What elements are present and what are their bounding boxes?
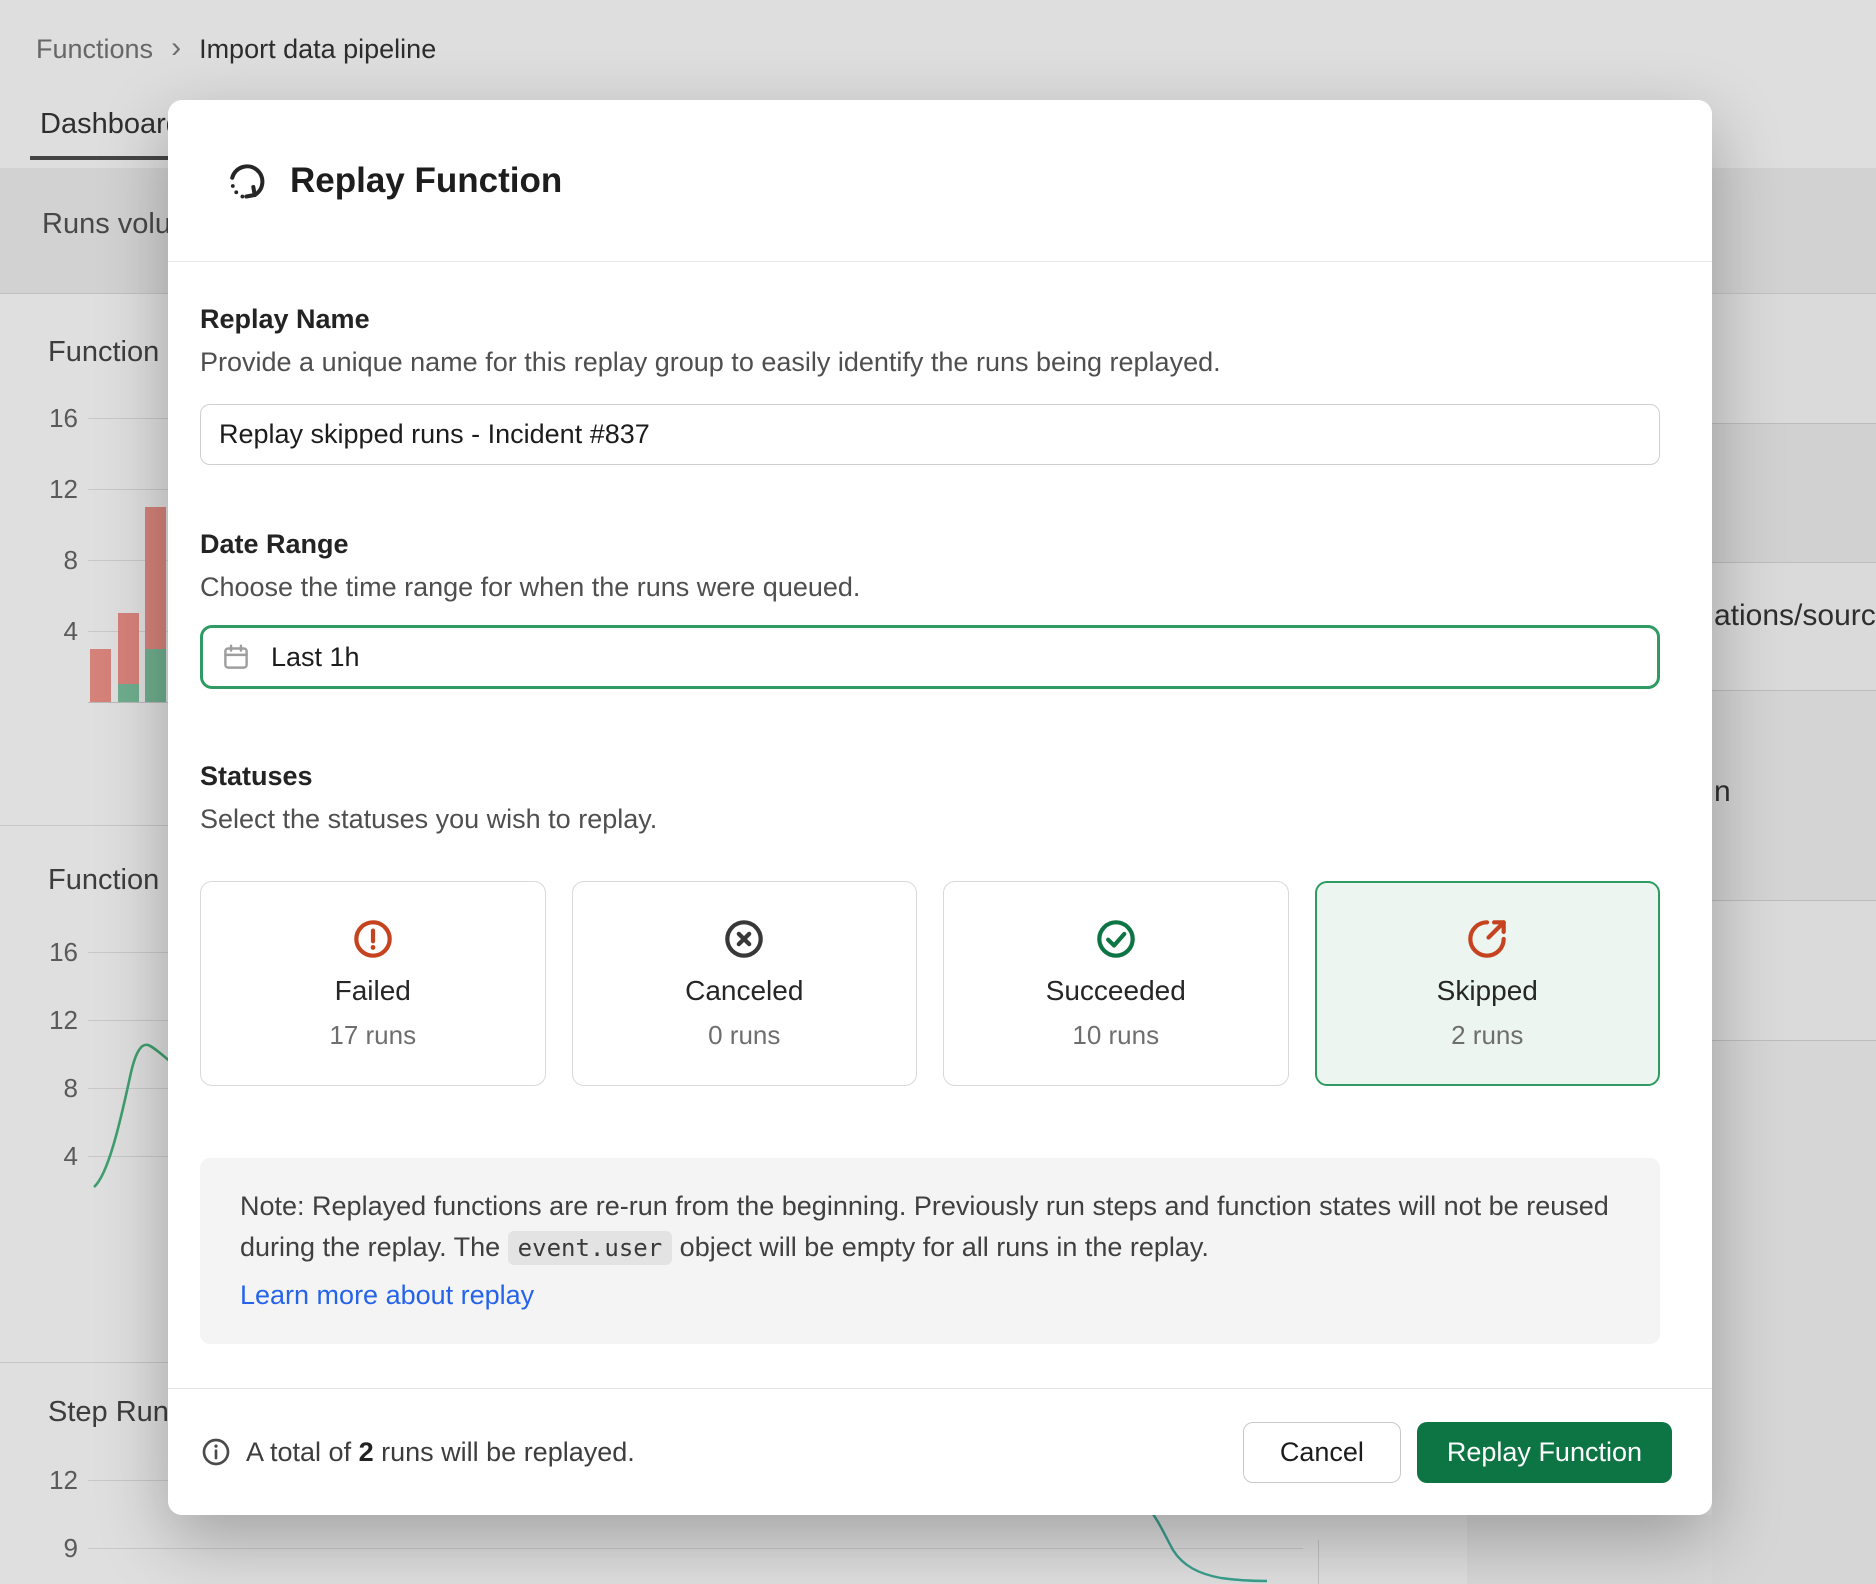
statuses-heading: Statuses bbox=[200, 761, 1660, 792]
chart-element bbox=[118, 684, 139, 702]
status-cards: Failed 17 runs Canceled 0 runs bbox=[200, 881, 1660, 1086]
chart-element: 4 bbox=[24, 616, 78, 647]
replay-arrow-icon bbox=[1464, 916, 1510, 962]
date-range-heading: Date Range bbox=[200, 529, 1660, 560]
alert-circle-icon bbox=[350, 916, 396, 962]
modal-title: Replay Function bbox=[290, 161, 562, 201]
chart-element: 8 bbox=[24, 1073, 78, 1104]
date-range-value: Last 1h bbox=[271, 642, 360, 673]
chart-element bbox=[90, 649, 111, 702]
table-row: n bbox=[1712, 690, 1876, 900]
status-card-runs: 2 runs bbox=[1451, 1020, 1523, 1051]
replay-note: Note: Replayed functions are re-run from… bbox=[200, 1158, 1660, 1344]
step-chart-gridline-9 bbox=[88, 1548, 1303, 1549]
chart-element: 9 bbox=[24, 1533, 78, 1564]
bottom-panel-shade bbox=[1467, 1515, 1712, 1584]
status-card-failed[interactable]: Failed 17 runs bbox=[200, 881, 546, 1086]
table-row bbox=[1712, 294, 1876, 423]
summary-suffix: runs will be replayed. bbox=[381, 1437, 635, 1467]
replay-name-heading: Replay Name bbox=[200, 304, 1660, 335]
chart-element bbox=[145, 649, 166, 702]
chart-element bbox=[118, 613, 139, 684]
chart-element bbox=[145, 507, 166, 649]
chart-element: 16 bbox=[24, 937, 78, 968]
cancel-button[interactable]: Cancel bbox=[1243, 1422, 1401, 1483]
modal-header: Replay Function bbox=[168, 100, 1712, 262]
status-card-runs: 10 runs bbox=[1072, 1020, 1159, 1051]
chart-element: 4 bbox=[24, 1141, 78, 1172]
status-card-label: Succeeded bbox=[1046, 975, 1186, 1007]
modal-footer: A total of 2 runs will be replayed. Canc… bbox=[168, 1388, 1712, 1515]
inline-code-event-user: event.user bbox=[508, 1231, 673, 1265]
replay-icon bbox=[224, 158, 270, 204]
background-table-strip: ations/sourc n bbox=[1712, 294, 1876, 1584]
calendar-icon bbox=[219, 640, 253, 674]
table-row bbox=[1712, 1040, 1876, 1584]
status-card-succeeded[interactable]: Succeeded 10 runs bbox=[943, 881, 1289, 1086]
info-icon bbox=[200, 1436, 232, 1468]
bottom-vertical-line bbox=[1318, 1540, 1319, 1584]
status-card-skipped[interactable]: Skipped 2 runs bbox=[1315, 881, 1661, 1086]
date-range-description: Choose the time range for when the runs … bbox=[200, 572, 1660, 603]
status-card-label: Canceled bbox=[685, 975, 803, 1007]
chart-element: 8 bbox=[24, 545, 78, 576]
learn-more-link[interactable]: Learn more about replay bbox=[240, 1275, 534, 1316]
chart-element: 12 bbox=[24, 474, 78, 505]
replay-name-description: Provide a unique name for this replay gr… bbox=[200, 347, 1660, 378]
status-card-runs: 17 runs bbox=[329, 1020, 416, 1051]
date-range-picker[interactable]: Last 1h bbox=[200, 625, 1660, 689]
status-card-runs: 0 runs bbox=[708, 1020, 780, 1051]
chart-element: 12 bbox=[24, 1005, 78, 1036]
statuses-description: Select the statuses you wish to replay. bbox=[200, 804, 1660, 835]
replay-summary: A total of 2 runs will be replayed. bbox=[200, 1436, 635, 1468]
replay-function-modal: Replay Function Replay Name Provide a un… bbox=[168, 100, 1712, 1515]
table-row: ations/sourc bbox=[1712, 562, 1876, 690]
chart-element: 16 bbox=[24, 403, 78, 434]
footer-buttons: Cancel Replay Function bbox=[1243, 1422, 1672, 1483]
summary-prefix: A total of bbox=[246, 1437, 351, 1467]
status-card-label: Failed bbox=[335, 975, 411, 1007]
x-circle-icon bbox=[721, 916, 767, 962]
status-card-canceled[interactable]: Canceled 0 runs bbox=[572, 881, 918, 1086]
modal-body: Replay Name Provide a unique name for th… bbox=[168, 262, 1712, 1344]
chart-element: 12 bbox=[24, 1465, 78, 1496]
table-row bbox=[1712, 900, 1876, 1040]
table-cell-text-fragment: n bbox=[1712, 775, 1876, 809]
table-cell-url-fragment: ations/sourc bbox=[1712, 599, 1876, 633]
replay-function-button[interactable]: Replay Function bbox=[1417, 1422, 1672, 1483]
check-circle-icon bbox=[1093, 916, 1139, 962]
replay-name-input[interactable] bbox=[200, 404, 1660, 465]
summary-count: 2 bbox=[359, 1437, 374, 1467]
note-text-after: object will be empty for all runs in the… bbox=[672, 1232, 1209, 1262]
status-card-label: Skipped bbox=[1437, 975, 1538, 1007]
table-row bbox=[1712, 423, 1876, 562]
